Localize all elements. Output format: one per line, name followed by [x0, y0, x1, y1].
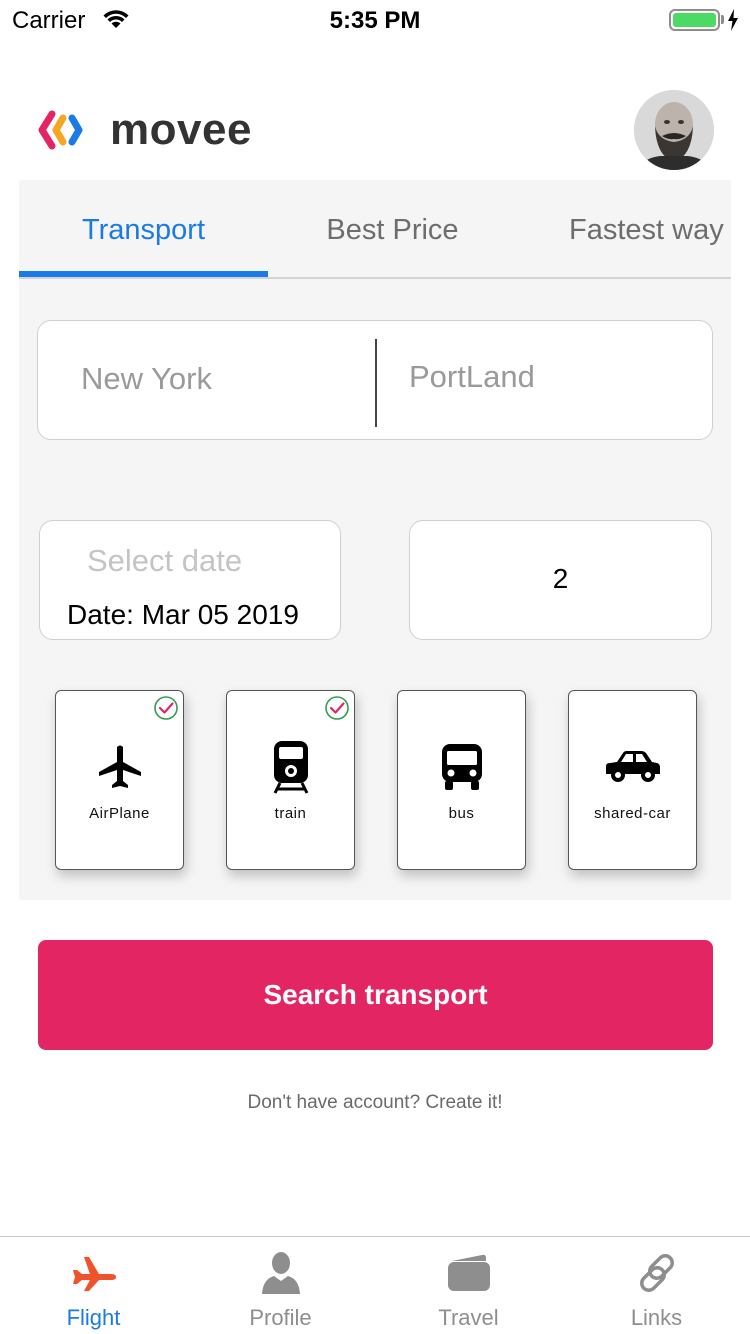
- status-time: 5:35 PM: [329, 7, 421, 34]
- tabbar-label: Flight: [66, 1305, 121, 1330]
- tab-best-price[interactable]: Best Price: [268, 210, 517, 250]
- battery-cap: [721, 15, 724, 24]
- user-avatar[interactable]: [634, 90, 714, 170]
- battery-icon: [669, 9, 720, 31]
- airplane-icon: [0, 1251, 187, 1295]
- tabbar-item-profile[interactable]: Profile: [187, 1237, 374, 1334]
- mode-label: train: [274, 805, 307, 822]
- logo-text: movee: [110, 105, 252, 154]
- link-icon: [563, 1251, 750, 1295]
- tab-strip: Transport Best Price Fastest way: [19, 180, 731, 279]
- movee-logo-icon: [38, 110, 83, 150]
- check-icon: [325, 696, 349, 720]
- app-logo: movee: [38, 108, 252, 152]
- tab-fastest-way[interactable]: Fastest way: [569, 210, 731, 250]
- user-icon: [187, 1251, 374, 1295]
- search-transport-button[interactable]: Search transport: [38, 940, 713, 1050]
- tabbar-label: Profile: [249, 1305, 312, 1330]
- wallet-icon: [375, 1251, 562, 1295]
- date-placeholder: Select date: [87, 543, 243, 578]
- car-icon: [569, 739, 696, 795]
- tab-transport[interactable]: Transport: [19, 210, 268, 250]
- airplane-icon: [56, 739, 183, 795]
- mode-card-shared-car[interactable]: shared-car: [568, 690, 697, 870]
- bus-icon: [398, 739, 525, 795]
- passenger-count-field[interactable]: 2: [409, 520, 712, 640]
- destination-input[interactable]: PortLand: [409, 359, 535, 395]
- mode-label: shared-car: [594, 805, 671, 822]
- date-picker[interactable]: Select date Date: Mar 05 2019: [39, 520, 341, 640]
- tab-divider: [19, 277, 731, 279]
- status-bar: Carrier 5:35 PM: [0, 0, 750, 40]
- tabbar-item-flight[interactable]: Flight: [0, 1237, 187, 1334]
- mode-card-train[interactable]: train: [226, 690, 355, 870]
- mode-card-airplane[interactable]: AirPlane: [55, 690, 184, 870]
- transport-panel: Transport Best Price Fastest way New Yor…: [19, 180, 731, 900]
- tabbar-label: Links: [630, 1305, 683, 1330]
- charging-bolt-icon: [727, 9, 739, 36]
- check-icon: [154, 696, 178, 720]
- mode-label: bus: [448, 805, 475, 822]
- tabbar-item-travel[interactable]: Travel: [375, 1237, 562, 1334]
- train-icon: [227, 739, 354, 795]
- create-account-link[interactable]: Don't have account? Create it!: [0, 1092, 750, 1114]
- route-input-group: New York PortLand: [37, 320, 713, 440]
- tabbar-item-links[interactable]: Links: [563, 1237, 750, 1334]
- route-divider: [375, 339, 377, 427]
- passenger-count: 2: [552, 563, 569, 594]
- tabbar-label: Travel: [438, 1305, 499, 1330]
- mode-card-bus[interactable]: bus: [397, 690, 526, 870]
- selected-date: Date: Mar 05 2019: [67, 599, 299, 630]
- mode-label: AirPlane: [89, 805, 150, 822]
- origin-input[interactable]: New York: [81, 361, 212, 397]
- bottom-tab-bar: Flight Profile Travel Links: [0, 1236, 750, 1334]
